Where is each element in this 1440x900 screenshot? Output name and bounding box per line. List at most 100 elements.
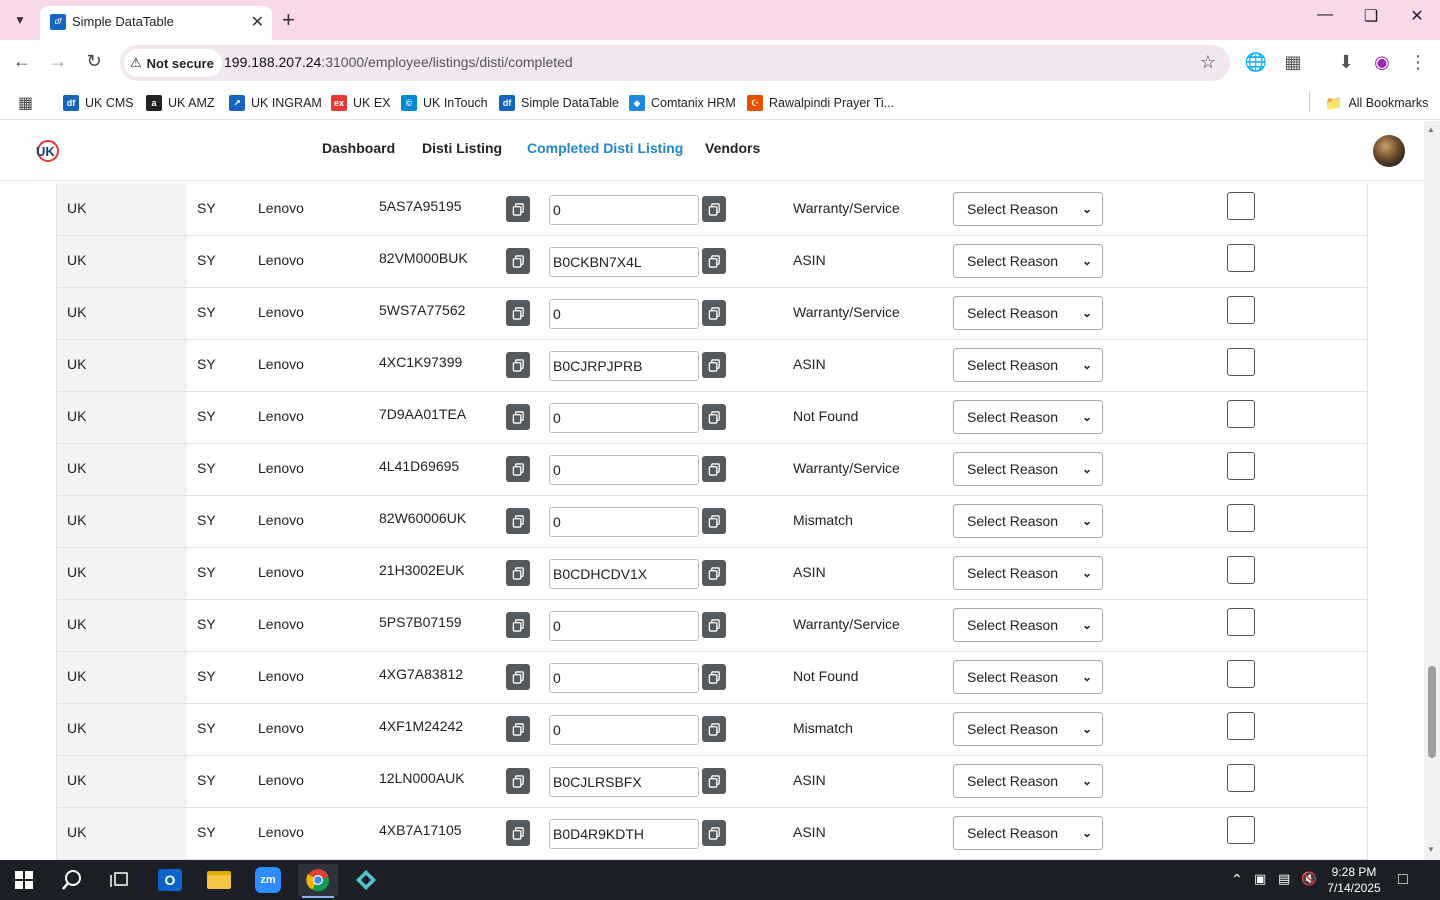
download-icon[interactable]: ⬇ bbox=[1334, 52, 1358, 73]
reason-select[interactable]: Select Reason ⌄ bbox=[953, 816, 1103, 850]
copy-part-button[interactable] bbox=[506, 768, 530, 794]
row-checkbox[interactable] bbox=[1227, 400, 1255, 428]
nav-link-completed-disti-listing[interactable]: Completed Disti Listing bbox=[527, 140, 683, 156]
row-checkbox[interactable] bbox=[1227, 660, 1255, 688]
nav-link-disti-listing[interactable]: Disti Listing bbox=[422, 140, 502, 156]
back-arrow-icon[interactable]: ← bbox=[10, 51, 34, 72]
copy-asin-button[interactable] bbox=[702, 456, 726, 482]
bookmark-comtanix-hrm[interactable]: ◆ Comtanix HRM bbox=[629, 92, 736, 114]
bookmark-uk-ex[interactable]: ex UK EX bbox=[331, 92, 391, 114]
copy-asin-button[interactable] bbox=[702, 196, 726, 222]
network-icon[interactable]: ▤ bbox=[1278, 871, 1290, 887]
task-view-icon[interactable] bbox=[100, 864, 140, 896]
all-bookmarks[interactable]: 📁 All Bookmarks bbox=[1325, 92, 1428, 114]
copy-part-button[interactable] bbox=[506, 300, 530, 326]
row-checkbox[interactable] bbox=[1227, 816, 1255, 844]
asin-input[interactable] bbox=[549, 299, 699, 329]
copy-part-button[interactable] bbox=[506, 248, 530, 274]
translate-globe-icon[interactable]: 🌐 bbox=[1244, 52, 1268, 73]
row-checkbox[interactable] bbox=[1227, 764, 1255, 792]
asin-input[interactable] bbox=[549, 403, 699, 433]
row-checkbox[interactable] bbox=[1227, 556, 1255, 584]
start-icon[interactable] bbox=[4, 864, 44, 896]
file-explorer-icon[interactable] bbox=[199, 864, 239, 896]
apps-grid-icon[interactable]: ▦ bbox=[18, 92, 33, 114]
copy-asin-button[interactable] bbox=[702, 612, 726, 638]
security-chip[interactable]: ⚠ Not secure bbox=[124, 49, 222, 77]
reason-select[interactable]: Select Reason ⌄ bbox=[953, 660, 1103, 694]
asin-input[interactable] bbox=[549, 663, 699, 693]
row-checkbox[interactable] bbox=[1227, 192, 1255, 220]
copy-part-button[interactable] bbox=[506, 716, 530, 742]
reason-select[interactable]: Select Reason ⌄ bbox=[953, 504, 1103, 538]
reason-select[interactable]: Select Reason ⌄ bbox=[953, 556, 1103, 590]
copy-part-button[interactable] bbox=[506, 820, 530, 846]
row-checkbox[interactable] bbox=[1227, 296, 1255, 324]
scroll-up-icon[interactable]: ▲ bbox=[1427, 125, 1435, 134]
reason-select[interactable]: Select Reason ⌄ bbox=[953, 400, 1103, 434]
address-bar[interactable]: ⚠ Not secure 199.188.207.24:31000/employ… bbox=[120, 45, 1230, 81]
volume-muted-icon[interactable]: 🔇 bbox=[1301, 871, 1317, 887]
reason-select[interactable]: Select Reason ⌄ bbox=[953, 608, 1103, 642]
profile-icon[interactable]: ◉ bbox=[1370, 52, 1394, 73]
asin-input[interactable] bbox=[549, 247, 699, 277]
copy-asin-button[interactable] bbox=[702, 768, 726, 794]
zoom-icon[interactable]: zm bbox=[248, 864, 288, 896]
row-checkbox[interactable] bbox=[1227, 504, 1255, 532]
asin-input[interactable] bbox=[549, 351, 699, 381]
copy-asin-button[interactable] bbox=[702, 404, 726, 430]
avatar[interactable] bbox=[1373, 135, 1405, 167]
copy-part-button[interactable] bbox=[506, 508, 530, 534]
copy-part-button[interactable] bbox=[506, 456, 530, 482]
reason-select[interactable]: Select Reason ⌄ bbox=[953, 244, 1103, 278]
asin-input[interactable] bbox=[549, 819, 699, 849]
extensions-puzzle-icon[interactable]: ▦ bbox=[1281, 52, 1305, 73]
asin-input[interactable] bbox=[549, 767, 699, 797]
search-icon[interactable] bbox=[52, 864, 92, 896]
copy-part-button[interactable] bbox=[506, 404, 530, 430]
copy-part-button[interactable] bbox=[506, 196, 530, 222]
asin-input[interactable] bbox=[549, 715, 699, 745]
copy-asin-button[interactable] bbox=[702, 820, 726, 846]
row-checkbox[interactable] bbox=[1227, 712, 1255, 740]
copy-asin-button[interactable] bbox=[702, 352, 726, 378]
copy-asin-button[interactable] bbox=[702, 508, 726, 534]
nav-link-vendors[interactable]: Vendors bbox=[705, 140, 760, 156]
kebab-menu-icon[interactable]: ⋮ bbox=[1406, 52, 1430, 73]
bookmark-rawalpindi-prayer[interactable]: ☪ Rawalpindi Prayer Ti... bbox=[747, 92, 894, 114]
restore-icon[interactable]: ❏ bbox=[1348, 6, 1394, 26]
copy-asin-button[interactable] bbox=[702, 716, 726, 742]
asin-input[interactable] bbox=[549, 559, 699, 589]
reason-select[interactable]: Select Reason ⌄ bbox=[953, 712, 1103, 746]
asin-input[interactable] bbox=[549, 507, 699, 537]
bookmark-simple-datatable[interactable]: df Simple DataTable bbox=[499, 92, 619, 114]
asin-input[interactable] bbox=[549, 455, 699, 485]
row-checkbox[interactable] bbox=[1227, 452, 1255, 480]
bookmark-uk-ingram[interactable]: ↗ UK INGRAM bbox=[229, 92, 322, 114]
reason-select[interactable]: Select Reason ⌄ bbox=[953, 296, 1103, 330]
bookmark-uk-cms[interactable]: df UK CMS bbox=[63, 92, 134, 114]
reason-select[interactable]: Select Reason ⌄ bbox=[953, 452, 1103, 486]
row-checkbox[interactable] bbox=[1227, 348, 1255, 376]
bookmark-star-icon[interactable]: ☆ bbox=[1200, 52, 1216, 73]
reason-select[interactable]: Select Reason ⌄ bbox=[953, 348, 1103, 382]
outlook-icon[interactable]: O bbox=[150, 864, 190, 896]
tab-search-chevron-icon[interactable]: ▼ bbox=[8, 8, 32, 32]
window-close-icon[interactable]: ✕ bbox=[1394, 6, 1440, 26]
minimize-icon[interactable]: — bbox=[1302, 6, 1348, 24]
system-clock[interactable]: 9:28 PM 7/14/2025 bbox=[1322, 864, 1386, 896]
page-scrollbar[interactable]: ▲ ▼ bbox=[1424, 121, 1440, 860]
copy-asin-button[interactable] bbox=[702, 560, 726, 586]
copy-part-button[interactable] bbox=[506, 612, 530, 638]
bookmark-uk-amz[interactable]: a UK AMZ bbox=[146, 92, 215, 114]
row-checkbox[interactable] bbox=[1227, 608, 1255, 636]
uk-logo-icon[interactable]: UK bbox=[34, 138, 60, 164]
reason-select[interactable]: Select Reason ⌄ bbox=[953, 192, 1103, 226]
copy-part-button[interactable] bbox=[506, 664, 530, 690]
bookmark-uk-intouch[interactable]: © UK InTouch bbox=[401, 92, 488, 114]
tab-close-icon[interactable]: ✕ bbox=[251, 12, 264, 32]
show-hidden-icons-chevron-icon[interactable]: ⌃ bbox=[1231, 871, 1243, 888]
browser-tab[interactable]: df Simple DataTable ✕ bbox=[40, 6, 272, 40]
copy-asin-button[interactable] bbox=[702, 248, 726, 274]
copy-asin-button[interactable] bbox=[702, 664, 726, 690]
